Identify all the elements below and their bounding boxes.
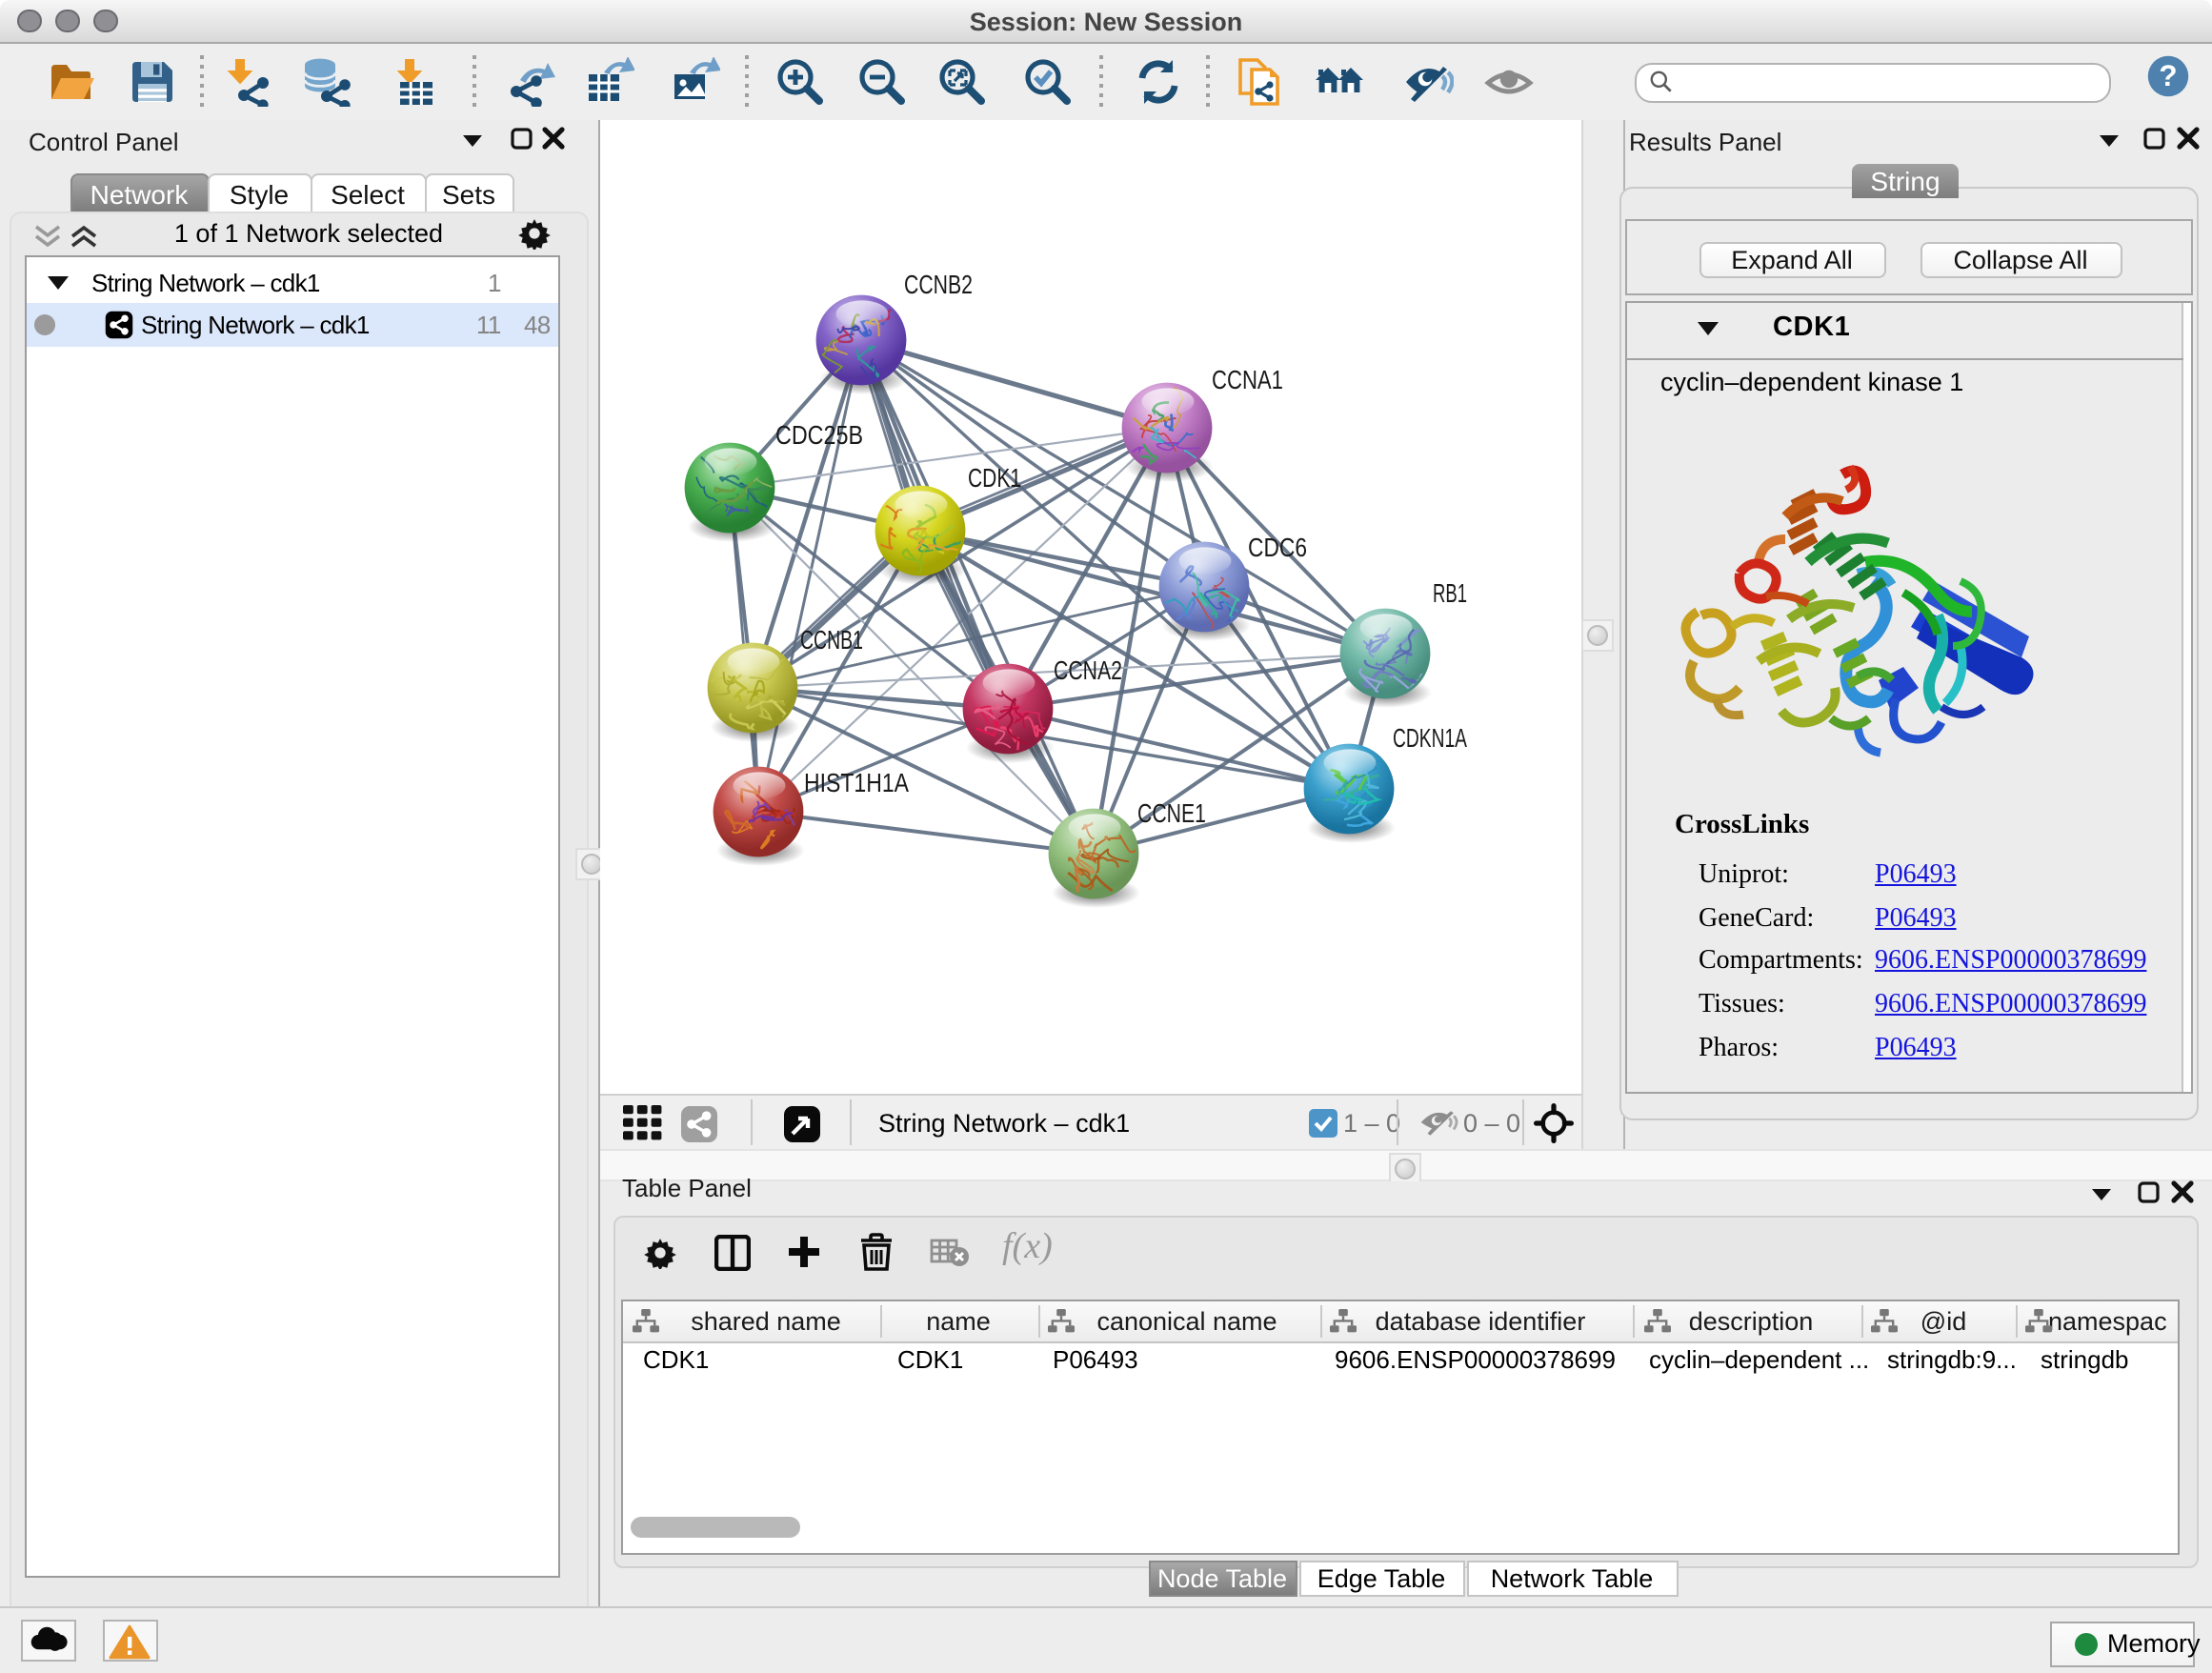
svg-text:CCNB2: CCNB2: [904, 270, 973, 299]
svg-text:CDC25B: CDC25B: [775, 420, 863, 450]
svg-text:CCNA2: CCNA2: [1054, 655, 1122, 685]
svg-text:?: ?: [2159, 58, 2177, 91]
svg-text:CCNE1: CCNE1: [1137, 798, 1206, 828]
svg-text:CCNA1: CCNA1: [1212, 365, 1283, 394]
svg-text:CDC6: CDC6: [1248, 533, 1307, 562]
svg-text:RB1: RB1: [1433, 578, 1467, 608]
svg-text:HIST1H1A: HIST1H1A: [804, 768, 909, 797]
svg-text:CCNB1: CCNB1: [800, 625, 863, 655]
svg-text:CDKN1A: CDKN1A: [1393, 723, 1467, 753]
svg-text:CDK1: CDK1: [968, 463, 1021, 493]
